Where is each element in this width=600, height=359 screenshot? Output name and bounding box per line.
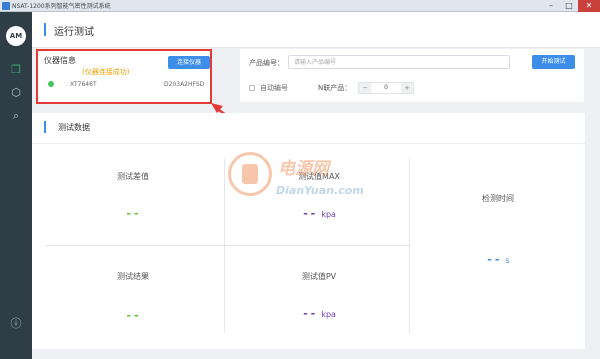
left-rail: AM ❐ ⬡ ⌕ ⓘ <box>0 12 32 359</box>
n-link-label: N联产品： <box>318 84 352 92</box>
window-title: NSAT-1200系列智能气密性测试系统 <box>12 3 111 10</box>
watermark-cn: 电源网 <box>278 159 329 179</box>
section-accent-bar <box>44 121 46 133</box>
settings-icon[interactable]: ⬡ <box>8 85 24 101</box>
instrument-model: XT7646T <box>70 81 97 88</box>
product-number-input[interactable]: 请输入产品编号 <box>288 55 510 69</box>
maximize-icon[interactable]: □ <box>560 0 578 12</box>
test-data-title: 测试数据 <box>58 123 90 132</box>
close-icon[interactable]: ✕ <box>578 0 600 12</box>
metric-value: -- <box>125 207 141 220</box>
connection-status: (仪器连接成功) <box>82 68 130 76</box>
metric-label: 测试差值 <box>117 172 149 181</box>
metric-label: 测试结果 <box>117 272 149 281</box>
n-link-stepper: − 0 + <box>358 82 414 94</box>
metric-result: 测试结果 -- <box>52 271 214 323</box>
metric-value: -- <box>486 253 502 266</box>
metric-value: -- <box>125 309 141 322</box>
auto-number-label: 自动编号 <box>260 84 288 92</box>
watermark: 电源网 DianYuan.com <box>228 148 378 212</box>
metric-unit: s <box>505 256 510 265</box>
product-number-label: 产品编号： <box>249 59 284 67</box>
metric-time: 检测时间 -- s <box>418 193 578 267</box>
start-test-button[interactable]: 开始测试 <box>532 55 575 69</box>
window-controls: – □ ✕ <box>542 0 600 12</box>
layers-icon[interactable]: ❐ <box>8 62 24 78</box>
metric-unit: kpa <box>321 310 336 319</box>
app-logo: AM <box>6 26 26 46</box>
app-icon <box>2 2 10 10</box>
metric-value: -- <box>302 307 318 320</box>
instrument-serial: D203A2HFSD <box>164 81 205 88</box>
status-dot-icon <box>48 81 54 87</box>
product-panel: 产品编号： 请输入产品编号 开始测试 自动编号 N联产品： − 0 + <box>240 49 584 102</box>
metric-pv: 测试值PV -- kpa <box>234 271 404 321</box>
instrument-label: 仪器信息 <box>44 56 76 65</box>
metric-label: 测试值PV <box>301 272 337 281</box>
decrement-button[interactable]: − <box>359 83 371 93</box>
connect-instrument-button[interactable]: 连接仪器 <box>168 56 210 69</box>
grid-divider <box>409 159 410 333</box>
page-title: 运行测试 <box>54 27 94 38</box>
grid-divider <box>224 159 225 333</box>
window-titlebar: NSAT-1200系列智能气密性测试系统 – □ ✕ <box>0 0 600 12</box>
grid-divider <box>46 245 409 246</box>
instrument-card: 仪器信息 (仪器连接成功) 连接仪器 XT7646T D203A2HFSD <box>36 49 212 104</box>
metric-diff: 测试差值 -- <box>52 171 214 221</box>
page-header: 运行测试 <box>32 12 600 48</box>
metric-label: 检测时间 <box>482 194 514 203</box>
n-link-count[interactable]: 0 <box>371 83 401 93</box>
search-icon[interactable]: ⌕ <box>8 108 24 124</box>
info-icon[interactable]: ⓘ <box>8 316 24 332</box>
watermark-en: DianYuan.com <box>276 184 364 197</box>
increment-button[interactable]: + <box>401 83 413 93</box>
plug-icon <box>242 164 258 184</box>
minimize-icon[interactable]: – <box>542 0 560 12</box>
auto-number-checkbox[interactable] <box>249 85 255 91</box>
section-divider <box>32 143 585 144</box>
title-accent-bar <box>44 23 46 36</box>
